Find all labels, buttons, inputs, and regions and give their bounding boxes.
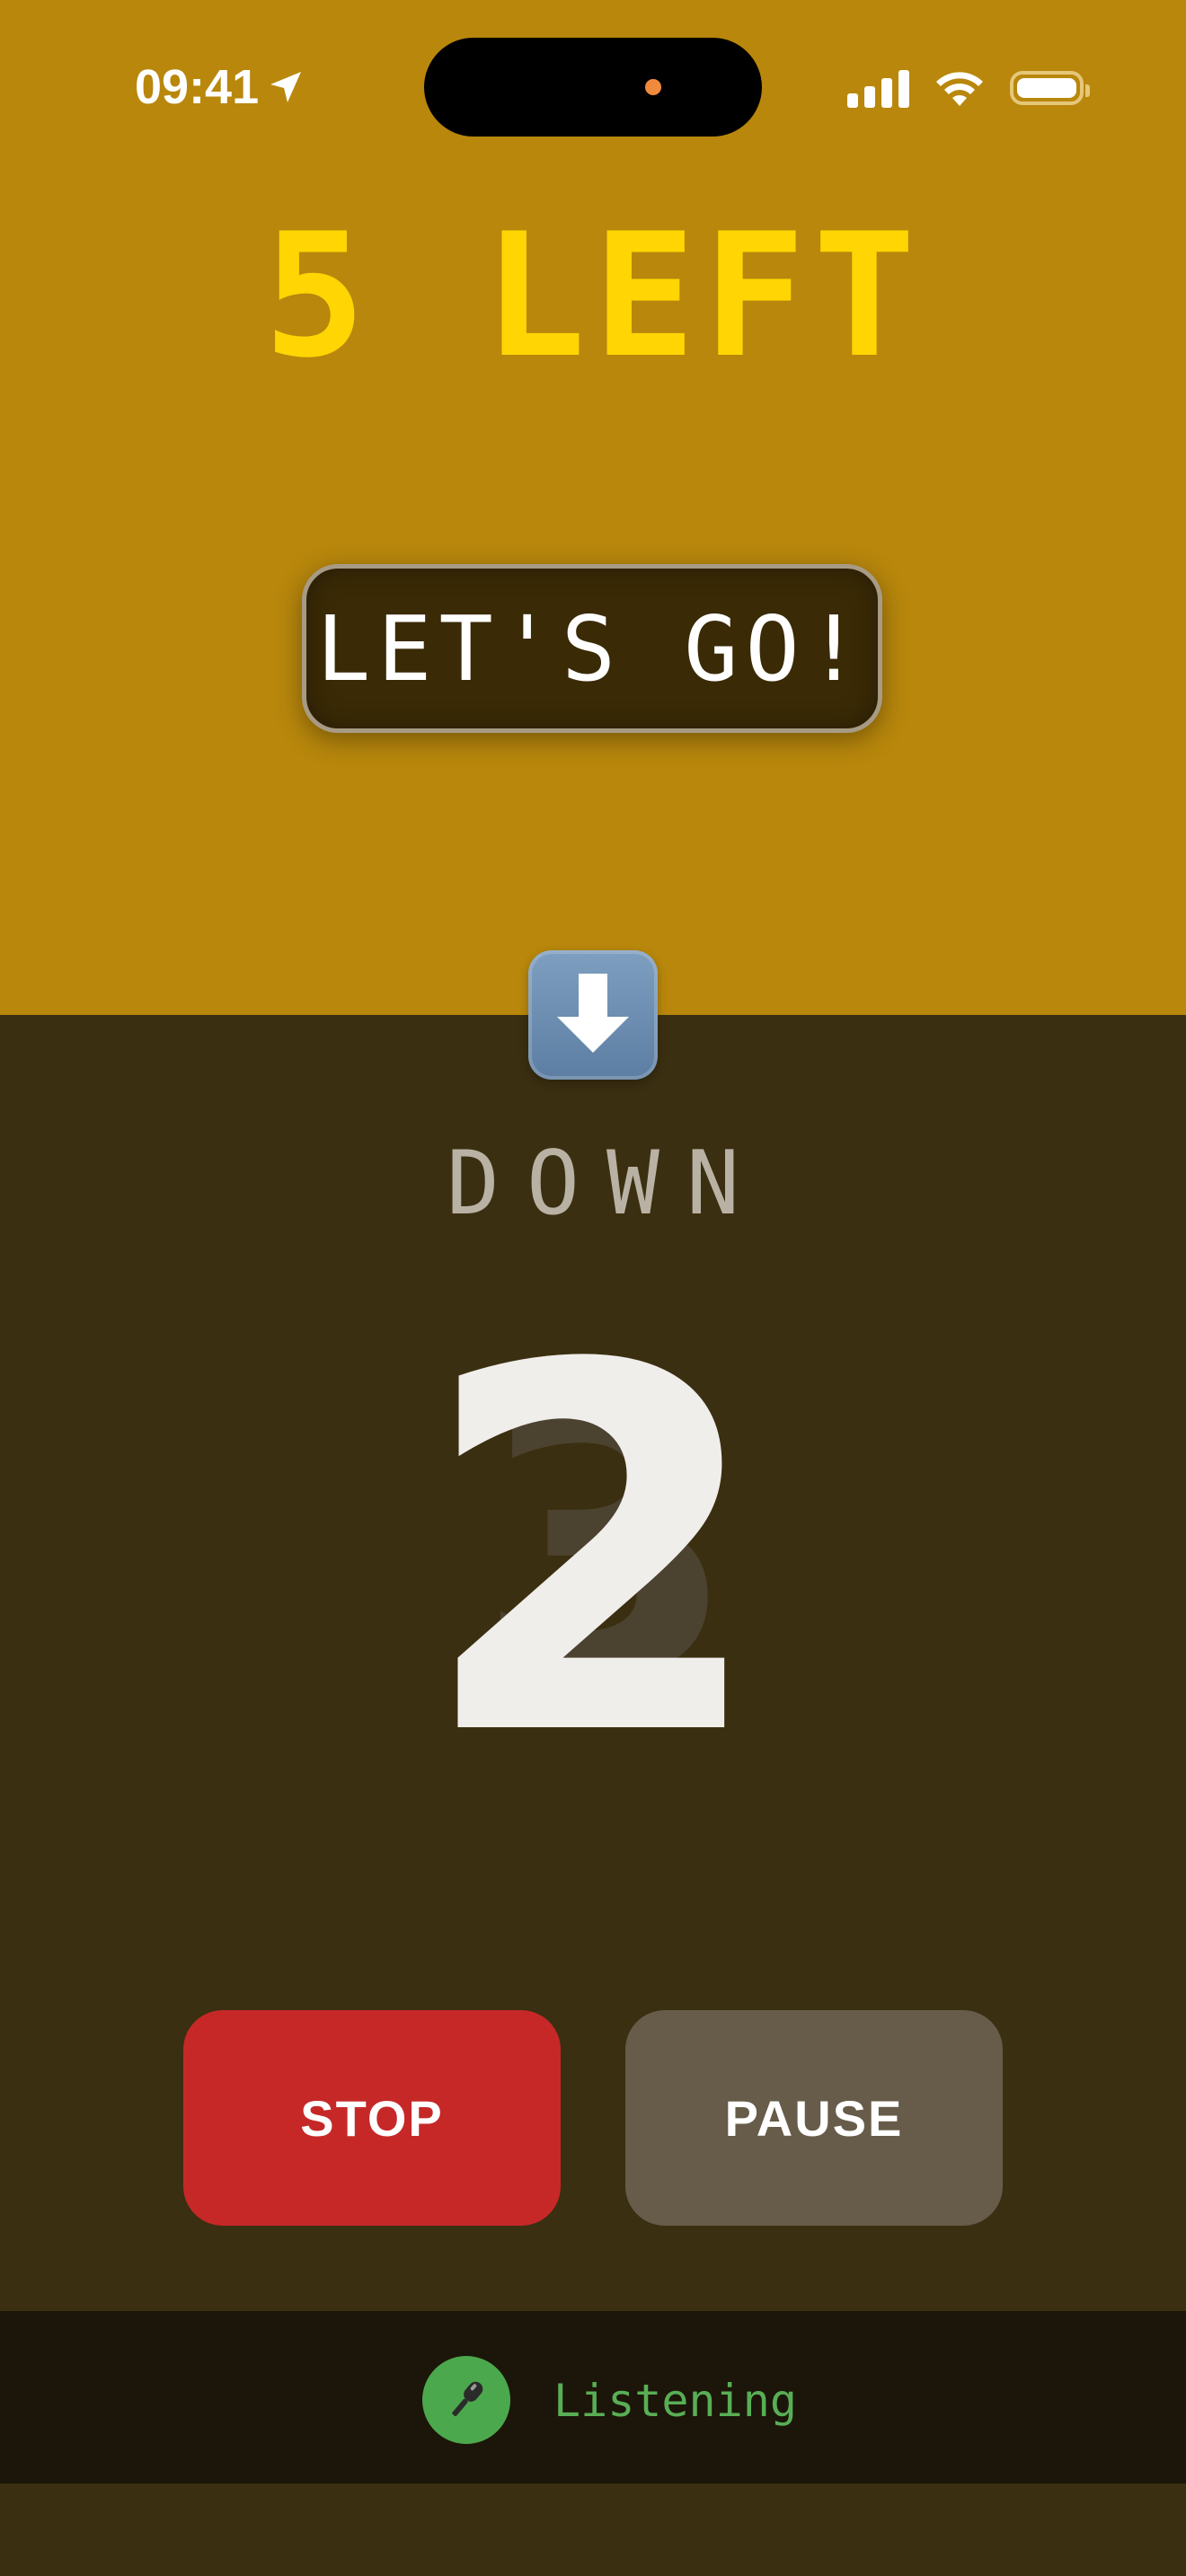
clock: 09:41 <box>135 60 260 114</box>
remaining-count: 5 LEFT <box>262 197 924 395</box>
down-arrow-icon <box>528 950 658 1080</box>
current-count: 2 <box>418 1261 768 1847</box>
pause-button[interactable]: PAUSE <box>625 2010 1003 2226</box>
camera-indicator-dot <box>645 79 661 95</box>
listening-status: Listening <box>553 2375 797 2427</box>
direction-label: DOWN <box>446 1133 766 1235</box>
wifi-icon <box>936 72 983 106</box>
lets-go-button[interactable]: LET'S GO! <box>302 564 882 733</box>
status-bar-time: 09:41 <box>135 56 304 119</box>
voice-status-bar: Listening <box>0 2311 1186 2483</box>
microphone-icon[interactable] <box>422 2356 510 2444</box>
dynamic-island <box>424 38 762 137</box>
cellular-signal-icon <box>847 68 909 108</box>
location-arrow-icon <box>270 72 302 102</box>
stop-button[interactable]: STOP <box>183 2010 561 2226</box>
status-indicators <box>847 63 1090 113</box>
top-panel <box>0 0 1186 1015</box>
battery-icon <box>1010 71 1090 105</box>
